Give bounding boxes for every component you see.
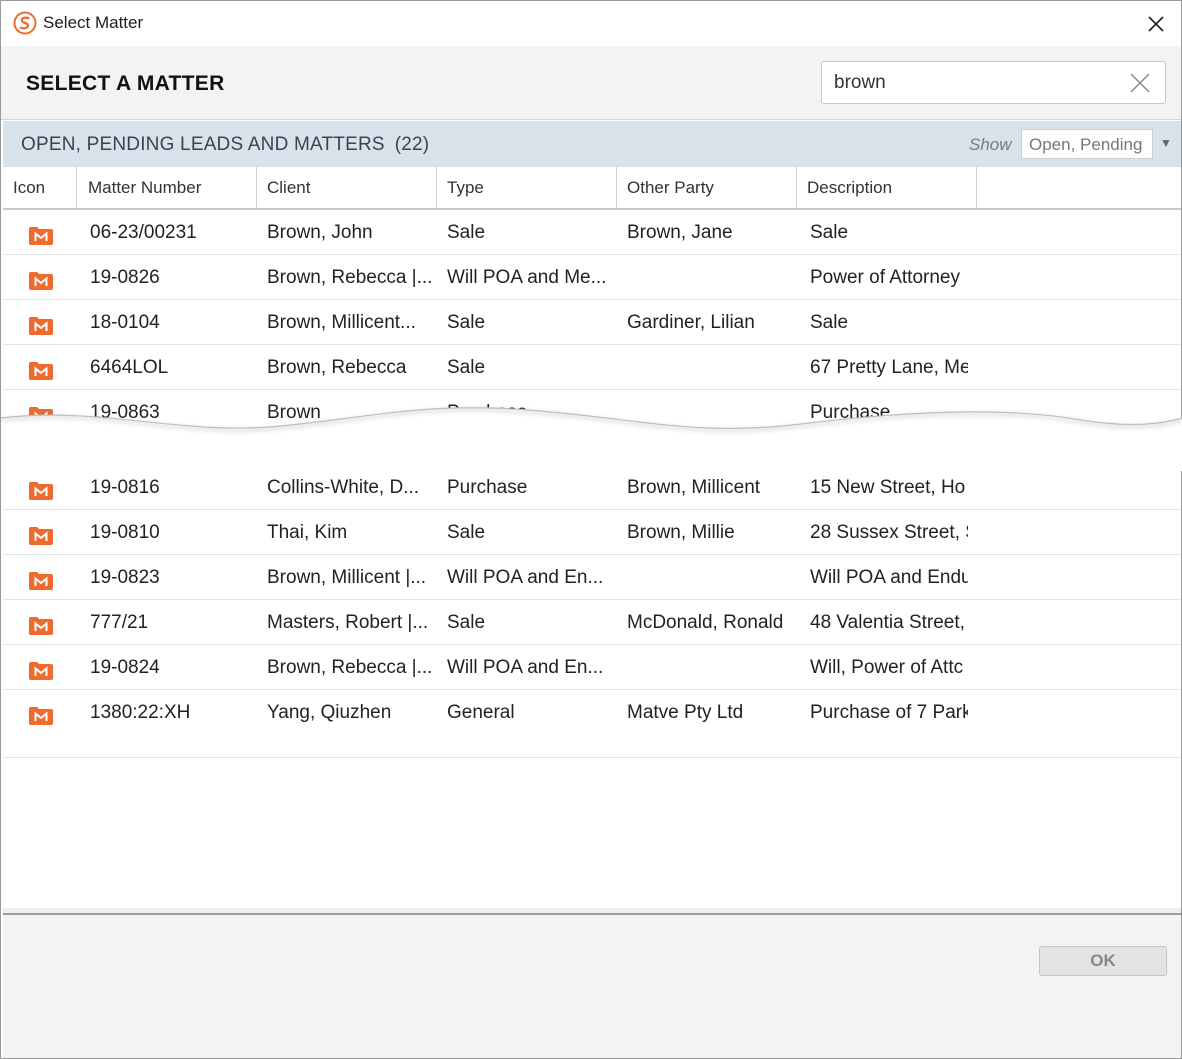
cell-client: Collins-White, D... [267,477,420,498]
column-header: Icon Matter Number Client Type Other Par… [3,167,1181,210]
column-header-other-party[interactable]: Other Party [617,167,797,208]
cell-other: Matve Pty Ltd [627,702,744,723]
cell-other: Brown, Jane [627,222,733,243]
cell-desc: 15 New Street, Ho [810,477,966,498]
table-row[interactable]: 6464LOL Brown, Rebecca Sale 67 Pretty Lane,… [3,345,1181,390]
cell-type: Sale [447,222,486,243]
cell-desc: Purchase of 7 Park [810,702,968,723]
cell-desc: Sale [810,222,849,243]
app-logo-icon [13,11,37,35]
cell-number: 19-0823 [90,567,160,588]
matter-folder-icon [28,316,54,336]
cell-number: 19-0824 [90,657,160,678]
table-row[interactable]: 18-0104 Brown, Millicent... Sale Gardiner, … [3,300,1181,345]
matter-folder-icon [28,226,54,246]
group-title: OPEN, PENDING LEADS AND MATTERS (22) [21,134,429,156]
table-row[interactable]: 777/21 Masters, Robert |... Sale McDonald, … [3,600,1181,645]
cell-type: Will POA and En... [447,567,604,588]
window-title: Select Matter [43,13,144,32]
dialog-footer: OK [3,915,1181,1058]
cell-desc: 28 Sussex Street, S [810,522,968,543]
close-icon [1148,15,1164,32]
table-row[interactable]: 19-0826 Brown, Rebecca |... Will POA and M… [3,255,1181,300]
cell-client: Yang, Qiuzhen [267,702,392,723]
clear-search-icon[interactable] [1129,72,1151,94]
close-button[interactable] [1131,1,1181,46]
group-bar: OPEN, PENDING LEADS AND MATTERS (22) Show… [3,121,1181,167]
table-row[interactable]: 19-0810 Thai, Kim Sale Brown, Millie 28 Suss… [3,510,1181,555]
select-matter-dialog: Select Matter SELECT A MATTER OPEN, PEND… [0,0,1182,1059]
column-header-description[interactable]: Description [797,167,977,208]
matter-folder-icon [28,271,54,291]
cell-number: 19-0816 [90,477,160,498]
cell-desc: Will POA and Endu [810,567,968,588]
cell-other: Brown, Millicent [627,477,761,498]
cell-desc: 48 Valentia Street, [810,612,965,633]
cell-client: Brown, Rebecca |... [267,267,432,288]
cell-client: Brown, Millicent |... [267,567,427,588]
cell-number: 1380:22:XH [90,702,191,723]
cell-client: Brown, Rebecca [267,357,407,378]
table-row[interactable]: 1380:22:XH Yang, Qiuzhen General Matve Pty … [3,690,1181,758]
cell-type: Sale [447,612,486,633]
cell-number: 18-0104 [90,312,160,333]
cell-type: Will POA and En... [447,657,604,678]
search-box [821,61,1166,104]
show-filter-select[interactable]: Open, Pending [1021,129,1153,159]
cell-number: 777/21 [90,612,149,633]
matter-folder-icon [28,706,54,726]
table-row[interactable]: 19-0823 Brown, Millicent |... Will POA and… [3,555,1181,600]
cell-type: Sale [447,312,486,333]
dropdown-arrow-icon[interactable]: ▼ [1160,136,1172,150]
column-header-type[interactable]: Type [437,167,617,208]
table-row[interactable]: 06-23/00231 Brown, John Sale Brown, Jane Sal… [3,210,1181,255]
matter-folder-icon [28,361,54,381]
cell-type: General [447,702,515,723]
cell-number: 19-0826 [90,267,160,288]
show-label: Show [969,135,1012,154]
cell-other: Brown, Millie [627,522,735,543]
cell-client: Brown, Millicent... [267,312,416,333]
cell-other: Gardiner, Lilian [627,312,755,333]
cell-type: Will POA and Me... [447,267,607,288]
column-header-icon[interactable]: Icon [3,167,77,208]
cell-client: Brown, John [267,222,373,243]
matter-folder-icon [28,661,54,681]
cell-number: 6464LOL [90,357,169,378]
cell-number: 19-0810 [90,522,160,543]
cell-desc: Will, Power of Attc [810,657,964,678]
ok-button[interactable]: OK [1039,946,1167,976]
cell-client: Thai, Kim [267,522,348,543]
search-input[interactable] [834,71,1114,95]
matter-folder-icon [28,481,54,501]
dialog-header: SELECT A MATTER [1,46,1181,120]
matter-folder-icon [28,616,54,636]
cell-type: Sale [447,522,486,543]
cell-desc: Power of Attorney [810,267,960,288]
group-title-text: OPEN, PENDING LEADS AND MATTERS [21,134,385,155]
cell-client: Brown, Rebecca |... [267,657,432,678]
cell-desc: 67 Pretty Lane, Me [810,357,968,378]
table-row[interactable]: 19-0816 Collins-White, D... Purchase Brown,… [3,465,1181,510]
table-row[interactable]: 19-0824 Brown, Rebecca |... Will POA and E… [3,645,1181,690]
group-count: (22) [394,134,430,155]
matter-folder-icon [28,526,54,546]
torn-edge-break [1,407,1182,471]
cell-type: Purchase [447,477,528,498]
footer-separator [3,908,1181,915]
column-header-matter-number[interactable]: Matter Number [77,167,257,208]
matter-folder-icon [28,571,54,591]
cell-desc: Sale [810,312,849,333]
title-bar: Select Matter [1,1,1181,46]
cell-client: Masters, Robert |... [267,612,429,633]
cell-number: 06-23/00231 [90,222,197,243]
column-header-client[interactable]: Client [257,167,437,208]
cell-other: McDonald, Ronald [627,612,784,633]
page-title: SELECT A MATTER [26,72,225,95]
cell-type: Sale [447,357,486,378]
